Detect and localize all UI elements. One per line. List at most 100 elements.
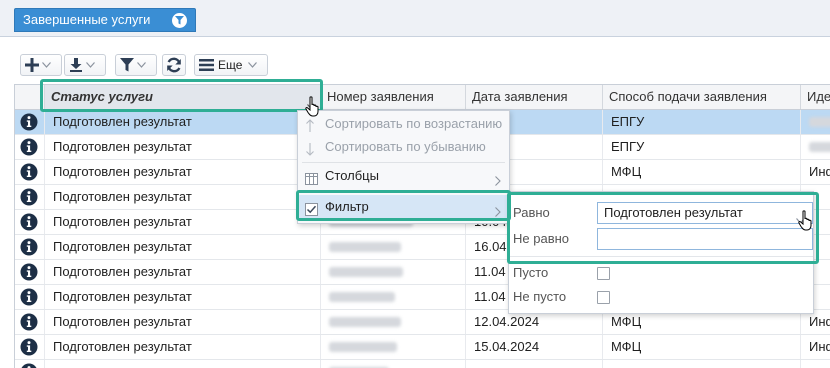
- chevron-down-icon: [137, 62, 146, 68]
- menu-columns[interactable]: Столбцы: [298, 164, 509, 188]
- column-context-menu: Сортировать по возрастанию Сортировать п…: [297, 110, 510, 224]
- cell-status: Подготовлен результат: [45, 260, 321, 284]
- cell-method-text: МФЦ: [611, 339, 642, 354]
- cell-number: [321, 285, 466, 309]
- filter-not-equals-label: Не равно: [513, 231, 570, 246]
- cell-status-text: Подготовлен результат: [53, 164, 192, 179]
- cell-status: Подготовлен результат: [45, 135, 321, 159]
- cell-date-text: 15.04.2024: [474, 339, 540, 354]
- header-status-label: Статус услуги: [51, 89, 153, 104]
- checkbox-checked-icon: [305, 200, 318, 224]
- refresh-icon: [166, 57, 182, 73]
- cell-method: [603, 360, 801, 368]
- cell-status: Подготовлен результат: [45, 310, 321, 334]
- header-ident[interactable]: Иден: [801, 85, 830, 109]
- cell-date-text: 12.04.2024: [474, 314, 540, 329]
- filter-not-empty-checkbox[interactable]: [597, 291, 610, 304]
- header-method[interactable]: Способ подачи заявления: [603, 85, 801, 109]
- info-icon[interactable]: [15, 235, 45, 259]
- info-icon[interactable]: [15, 285, 45, 309]
- info-icon[interactable]: [15, 260, 45, 284]
- table-row[interactable]: [15, 360, 830, 368]
- cell-date-text: 16.04: [474, 239, 507, 254]
- filter-empty-checkbox[interactable]: [597, 267, 610, 280]
- cell-status: Подготовлен результат: [45, 185, 321, 209]
- cell-ident-text: Инф: [809, 164, 830, 179]
- header-status[interactable]: Статус услуги: [45, 85, 321, 109]
- menu-sort-asc[interactable]: Сортировать по возрастанию: [298, 112, 509, 136]
- filter-equals-label: Равно: [513, 205, 550, 220]
- menu-sort-desc[interactable]: Сортировать по убыванию: [298, 135, 509, 159]
- info-icon[interactable]: [15, 310, 45, 334]
- menu-filter-label: Фильтр: [325, 199, 369, 214]
- cell-method-text: МФЦ: [611, 164, 642, 179]
- redacted-value: [329, 342, 397, 352]
- redacted-value: [329, 267, 403, 277]
- cell-number: [321, 260, 466, 284]
- cell-ident-text: Инф: [809, 314, 830, 329]
- chevron-right-icon: [495, 201, 501, 225]
- info-icon[interactable]: [15, 185, 45, 209]
- submenu-separator: [509, 256, 813, 257]
- filter-not-empty-label: Не пусто: [513, 289, 567, 304]
- table-row[interactable]: Подготовлен результат 15.04.2024 МФЦ Инф: [15, 335, 830, 360]
- cell-status-text: Подготовлен результат: [53, 214, 192, 229]
- cell-status: Подготовлен результат: [45, 160, 321, 184]
- download-button[interactable]: [64, 54, 106, 76]
- header-ident-label: Иден: [807, 89, 830, 104]
- funnel-icon: [172, 13, 187, 28]
- filter-button[interactable]: [115, 54, 157, 76]
- filter-not-equals-input[interactable]: [597, 228, 813, 250]
- filter-submenu: Равно Подготовлен результат Не равно Пус…: [508, 191, 814, 314]
- filter-equals-input[interactable]: Подготовлен результат: [597, 202, 813, 224]
- header-number[interactable]: Номер заявления: [321, 85, 466, 109]
- menu-sort-asc-label: Сортировать по возрастанию: [325, 116, 503, 131]
- info-icon[interactable]: [15, 210, 45, 234]
- add-button[interactable]: [20, 54, 62, 76]
- chevron-down-icon[interactable]: [796, 210, 805, 223]
- cell-date-text: 11.04: [474, 289, 506, 304]
- header-date-label: Дата заявления: [472, 89, 568, 104]
- cell-status-text: Подготовлен результат: [53, 139, 192, 154]
- more-button[interactable]: Еще: [194, 54, 268, 76]
- header-date[interactable]: Дата заявления: [466, 85, 603, 109]
- redacted-value: [809, 117, 830, 127]
- chevron-down-icon: [42, 62, 51, 68]
- cell-status-text: Подготовлен результат: [53, 314, 192, 329]
- cell-status: [45, 360, 321, 368]
- redacted-value: [329, 317, 401, 327]
- cell-ident: Инф: [801, 335, 830, 359]
- info-icon[interactable]: [15, 135, 45, 159]
- download-icon: [69, 58, 83, 72]
- info-icon[interactable]: [15, 160, 45, 184]
- cell-date-text: 11.04: [474, 264, 506, 279]
- cell-status-text: Подготовлен результат: [53, 289, 192, 304]
- cell-status: Подготовлен результат: [45, 110, 321, 134]
- cell-ident: Инф: [801, 160, 830, 184]
- menu-lines-icon: [199, 59, 214, 71]
- cell-date: 15.04.2024: [466, 335, 603, 359]
- plus-icon: [25, 58, 39, 72]
- info-icon[interactable]: [15, 360, 45, 368]
- header-number-label: Номер заявления: [327, 89, 434, 104]
- cell-number: [321, 310, 466, 334]
- tab-completed-services[interactable]: Завершенные услуги: [14, 8, 196, 32]
- refresh-button[interactable]: [162, 54, 186, 76]
- chevron-down-icon[interactable]: [307, 94, 316, 109]
- info-icon[interactable]: [15, 335, 45, 359]
- cell-date: [466, 360, 603, 368]
- cell-status: Подготовлен результат: [45, 285, 321, 309]
- header-method-label: Способ подачи заявления: [609, 89, 767, 104]
- menu-filter[interactable]: Фильтр: [298, 195, 509, 219]
- filter-equals-value: Подготовлен результат: [604, 205, 743, 220]
- cell-method-text: ЕПГУ: [611, 114, 645, 129]
- redacted-value: [809, 142, 830, 152]
- menu-separator: [302, 191, 505, 192]
- cell-method-text: МФЦ: [611, 314, 642, 329]
- info-icon[interactable]: [15, 110, 45, 134]
- cell-number: [321, 360, 466, 368]
- columns-icon: [305, 169, 318, 193]
- cell-status-text: Подготовлен результат: [53, 114, 192, 129]
- redacted-value: [329, 292, 395, 302]
- cell-status: Подготовлен результат: [45, 210, 321, 234]
